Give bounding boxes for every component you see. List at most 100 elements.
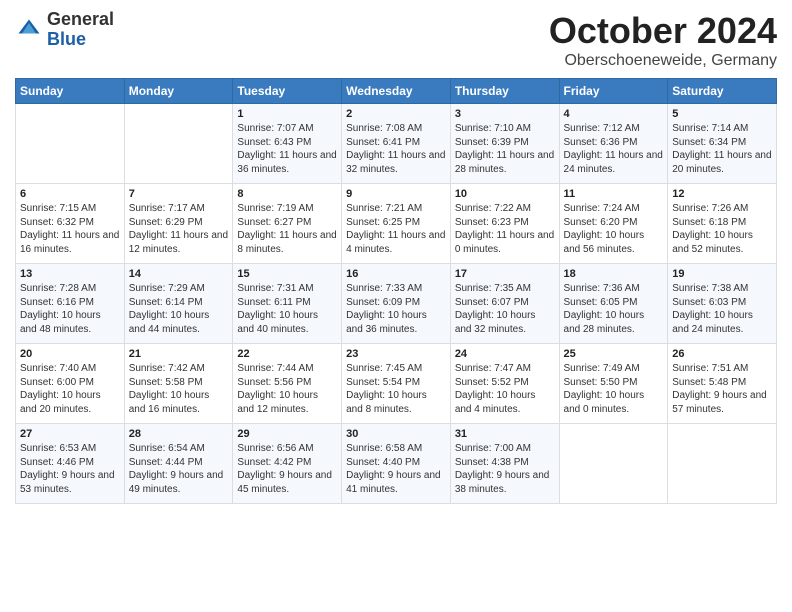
- logo-general-text: General: [47, 10, 114, 30]
- day-info: Sunrise: 7:26 AM Sunset: 6:18 PM Dayligh…: [672, 202, 772, 256]
- calendar-header: Sunday Monday Tuesday Wednesday Thursday…: [16, 79, 777, 104]
- day-number: 21: [129, 348, 229, 360]
- day-number: 4: [564, 108, 664, 120]
- day-number: 24: [455, 348, 555, 360]
- calendar-table: Sunday Monday Tuesday Wednesday Thursday…: [15, 78, 777, 504]
- day-number: 7: [129, 188, 229, 200]
- calendar-week-3: 13 Sunrise: 7:28 AM Sunset: 6:16 PM Dayli…: [16, 264, 777, 344]
- calendar-cell: 17 Sunrise: 7:35 AM Sunset: 6:07 PM Dayli…: [450, 264, 559, 344]
- day-info: Sunrise: 7:33 AM Sunset: 6:09 PM Dayligh…: [346, 282, 446, 336]
- day-info: Sunrise: 7:49 AM Sunset: 5:50 PM Dayligh…: [564, 362, 664, 416]
- calendar-cell: 18Sunrise: 7:36 AM Sunset: 6:05 PM Dayli…: [559, 264, 668, 344]
- calendar-cell: 7 Sunrise: 7:17 AM Sunset: 6:29 PM Daylig…: [124, 184, 233, 264]
- day-info: Sunrise: 7:00 AM Sunset: 4:38 PM Dayligh…: [455, 442, 555, 496]
- title-block: October 2024 Oberschoeneweide, Germany: [549, 10, 777, 70]
- calendar-cell: 28 Sunrise: 6:54 AM Sunset: 4:44 PM Dayli…: [124, 424, 233, 504]
- calendar-cell: 26Sunrise: 7:51 AM Sunset: 5:48 PM Dayli…: [668, 344, 777, 424]
- day-number: 16: [346, 268, 446, 280]
- day-info: Sunrise: 7:12 AM Sunset: 6:36 PM Dayligh…: [564, 122, 664, 176]
- day-info: Sunrise: 7:07 AM Sunset: 6:43 PM Dayligh…: [237, 122, 337, 176]
- calendar-cell: 23Sunrise: 7:45 AM Sunset: 5:54 PM Dayli…: [342, 344, 451, 424]
- day-number: 3: [455, 108, 555, 120]
- day-number: 15: [237, 268, 337, 280]
- day-info: Sunrise: 7:21 AM Sunset: 6:25 PM Dayligh…: [346, 202, 446, 256]
- calendar-cell: [559, 424, 668, 504]
- day-number: 30: [346, 428, 446, 440]
- header-row: Sunday Monday Tuesday Wednesday Thursday…: [16, 79, 777, 104]
- calendar-cell: 15 Sunrise: 7:31 AM Sunset: 6:11 PM Dayli…: [233, 264, 342, 344]
- day-info: Sunrise: 6:58 AM Sunset: 4:40 PM Dayligh…: [346, 442, 446, 496]
- day-info: Sunrise: 7:47 AM Sunset: 5:52 PM Dayligh…: [455, 362, 555, 416]
- calendar-cell: 10 Sunrise: 7:22 AM Sunset: 6:23 PM Dayli…: [450, 184, 559, 264]
- day-number: 17: [455, 268, 555, 280]
- calendar-cell: 29Sunrise: 6:56 AM Sunset: 4:42 PM Dayli…: [233, 424, 342, 504]
- page-subtitle: Oberschoeneweide, Germany: [549, 52, 777, 70]
- day-info: Sunrise: 7:19 AM Sunset: 6:27 PM Dayligh…: [237, 202, 337, 256]
- day-number: 11: [564, 188, 664, 200]
- day-number: 27: [20, 428, 120, 440]
- logo: General Blue: [15, 10, 114, 50]
- header-monday: Monday: [124, 79, 233, 104]
- day-info: Sunrise: 7:10 AM Sunset: 6:39 PM Dayligh…: [455, 122, 555, 176]
- day-number: 26: [672, 348, 772, 360]
- calendar-cell: 8 Sunrise: 7:19 AM Sunset: 6:27 PM Daylig…: [233, 184, 342, 264]
- day-info: Sunrise: 7:44 AM Sunset: 5:56 PM Dayligh…: [237, 362, 337, 416]
- header-wednesday: Wednesday: [342, 79, 451, 104]
- logo-icon: [15, 16, 43, 44]
- day-info: Sunrise: 7:14 AM Sunset: 6:34 PM Dayligh…: [672, 122, 772, 176]
- calendar-week-2: 6Sunrise: 7:15 AM Sunset: 6:32 PM Daylig…: [16, 184, 777, 264]
- day-info: Sunrise: 7:35 AM Sunset: 6:07 PM Dayligh…: [455, 282, 555, 336]
- day-info: Sunrise: 7:28 AM Sunset: 6:16 PM Dayligh…: [20, 282, 120, 336]
- day-number: 25: [564, 348, 664, 360]
- calendar-cell: 11 Sunrise: 7:24 AM Sunset: 6:20 PM Dayli…: [559, 184, 668, 264]
- calendar-cell: [124, 104, 233, 184]
- day-number: 8: [237, 188, 337, 200]
- header-tuesday: Tuesday: [233, 79, 342, 104]
- day-info: Sunrise: 7:22 AM Sunset: 6:23 PM Dayligh…: [455, 202, 555, 256]
- calendar-cell: 25 Sunrise: 7:49 AM Sunset: 5:50 PM Dayli…: [559, 344, 668, 424]
- calendar-cell: 21 Sunrise: 7:42 AM Sunset: 5:58 PM Dayli…: [124, 344, 233, 424]
- day-number: 13: [20, 268, 120, 280]
- calendar-cell: 4 Sunrise: 7:12 AM Sunset: 6:36 PM Daylig…: [559, 104, 668, 184]
- calendar-cell: 5Sunrise: 7:14 AM Sunset: 6:34 PM Daylig…: [668, 104, 777, 184]
- day-info: Sunrise: 7:17 AM Sunset: 6:29 PM Dayligh…: [129, 202, 229, 256]
- calendar-cell: 20 Sunrise: 7:40 AM Sunset: 6:00 PM Dayli…: [16, 344, 125, 424]
- day-number: 20: [20, 348, 120, 360]
- day-number: 22: [237, 348, 337, 360]
- header-thursday: Thursday: [450, 79, 559, 104]
- calendar-cell: 1Sunrise: 7:07 AM Sunset: 6:43 PM Daylig…: [233, 104, 342, 184]
- day-info: Sunrise: 7:29 AM Sunset: 6:14 PM Dayligh…: [129, 282, 229, 336]
- calendar-cell: 3 Sunrise: 7:10 AM Sunset: 6:39 PM Daylig…: [450, 104, 559, 184]
- day-info: Sunrise: 6:54 AM Sunset: 4:44 PM Dayligh…: [129, 442, 229, 496]
- day-number: 23: [346, 348, 446, 360]
- day-number: 18: [564, 268, 664, 280]
- day-info: Sunrise: 7:15 AM Sunset: 6:32 PM Dayligh…: [20, 202, 120, 256]
- calendar-cell: 16 Sunrise: 7:33 AM Sunset: 6:09 PM Dayli…: [342, 264, 451, 344]
- day-info: Sunrise: 7:42 AM Sunset: 5:58 PM Dayligh…: [129, 362, 229, 416]
- day-info: Sunrise: 7:08 AM Sunset: 6:41 PM Dayligh…: [346, 122, 446, 176]
- calendar-week-1: 1Sunrise: 7:07 AM Sunset: 6:43 PM Daylig…: [16, 104, 777, 184]
- day-number: 10: [455, 188, 555, 200]
- calendar-cell: 31Sunrise: 7:00 AM Sunset: 4:38 PM Dayli…: [450, 424, 559, 504]
- calendar-cell: 14 Sunrise: 7:29 AM Sunset: 6:14 PM Dayli…: [124, 264, 233, 344]
- calendar-body: 1Sunrise: 7:07 AM Sunset: 6:43 PM Daylig…: [16, 104, 777, 504]
- logo-blue-text: Blue: [47, 30, 114, 50]
- day-info: Sunrise: 7:24 AM Sunset: 6:20 PM Dayligh…: [564, 202, 664, 256]
- logo-text: General Blue: [47, 10, 114, 50]
- calendar-cell: [16, 104, 125, 184]
- day-number: 12: [672, 188, 772, 200]
- day-info: Sunrise: 7:40 AM Sunset: 6:00 PM Dayligh…: [20, 362, 120, 416]
- calendar-cell: 19Sunrise: 7:38 AM Sunset: 6:03 PM Dayli…: [668, 264, 777, 344]
- calendar-cell: [668, 424, 777, 504]
- calendar-week-4: 20 Sunrise: 7:40 AM Sunset: 6:00 PM Dayli…: [16, 344, 777, 424]
- day-info: Sunrise: 7:31 AM Sunset: 6:11 PM Dayligh…: [237, 282, 337, 336]
- page-title: October 2024: [549, 10, 777, 52]
- calendar-cell: 13 Sunrise: 7:28 AM Sunset: 6:16 PM Dayli…: [16, 264, 125, 344]
- calendar-cell: 24 Sunrise: 7:47 AM Sunset: 5:52 PM Dayli…: [450, 344, 559, 424]
- calendar-cell: 30 Sunrise: 6:58 AM Sunset: 4:40 PM Dayli…: [342, 424, 451, 504]
- day-number: 14: [129, 268, 229, 280]
- calendar-cell: 27Sunrise: 6:53 AM Sunset: 4:46 PM Dayli…: [16, 424, 125, 504]
- header-saturday: Saturday: [668, 79, 777, 104]
- day-number: 28: [129, 428, 229, 440]
- header: General Blue October 2024 Oberschoenewei…: [15, 10, 777, 70]
